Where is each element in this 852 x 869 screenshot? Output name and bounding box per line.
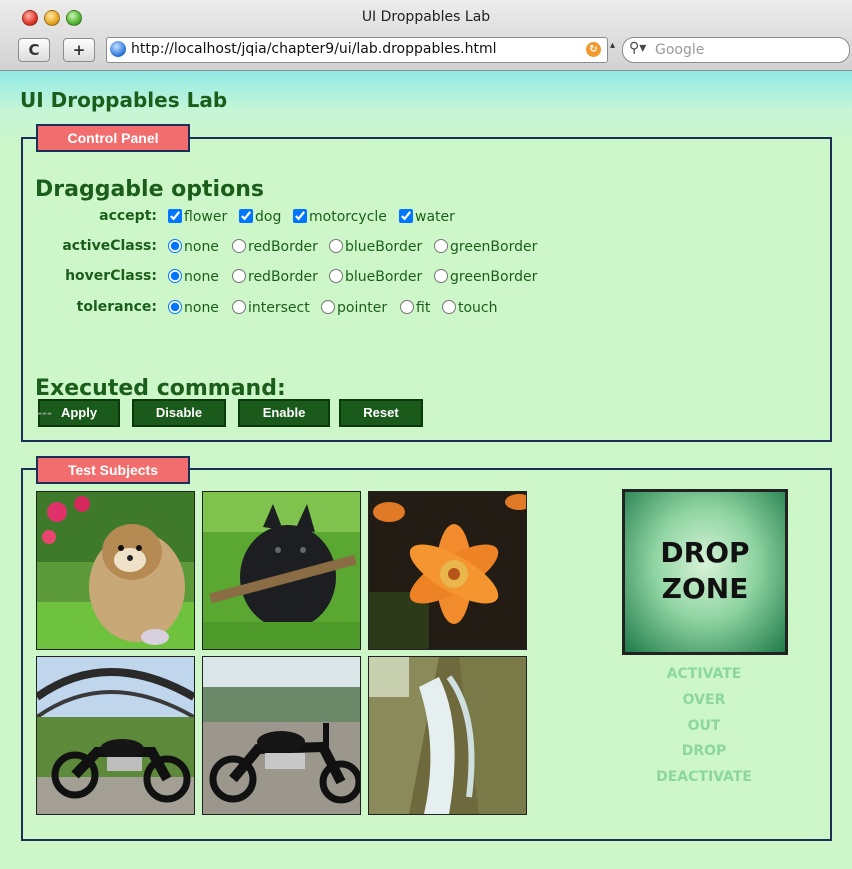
tolerance-none-radio[interactable] <box>168 300 182 314</box>
event-indicator-out: OUT <box>687 718 721 734</box>
drop-zone-label-line1: DROP <box>660 536 750 569</box>
option-label: none <box>184 239 219 255</box>
option-label: redBorder <box>248 239 318 255</box>
accept-motorcycle-label: motorcycle <box>309 209 387 225</box>
accept-dog-checkbox[interactable] <box>239 209 253 223</box>
option-label: pointer <box>337 300 388 316</box>
page-title: UI Droppables Lab <box>20 88 228 112</box>
hoverclass-redborder-radio[interactable] <box>232 269 246 283</box>
accept-water-label: water <box>415 209 455 225</box>
search-box[interactable]: ⚲▾ <box>622 37 850 63</box>
hoverclass-none-option[interactable]: none <box>168 267 219 287</box>
plus-icon: + <box>72 41 86 59</box>
accept-flower-checkbox[interactable] <box>168 209 182 223</box>
event-indicator-over: OVER <box>682 692 726 708</box>
option-label: redBorder <box>248 269 318 285</box>
window-title: UI Droppables Lab <box>361 9 491 25</box>
tolerance-pointer-radio[interactable] <box>321 300 335 314</box>
hoverclass-none-radio[interactable] <box>168 269 182 283</box>
control-panel: Control Panel Draggable options accept: … <box>21 124 832 442</box>
activeclass-greenborder-radio[interactable] <box>434 239 448 253</box>
accept-flower-label: flower <box>184 209 228 225</box>
drop-zone[interactable]: DROP ZONE <box>622 489 788 655</box>
rss-icon[interactable]: ↻ <box>586 42 601 57</box>
address-bar[interactable]: http://localhost/jqia/chapter9/ui/lab.dr… <box>106 37 608 63</box>
reload-button[interactable]: C <box>18 38 50 62</box>
add-bookmark-button[interactable]: + <box>63 38 95 62</box>
tolerance-label: tolerance: <box>76 299 157 315</box>
accept-water-checkbox[interactable] <box>399 209 413 223</box>
draggable-motorcycle-image-1[interactable] <box>36 656 195 815</box>
test-subjects-panel: Test Subjects DROP ZONE ACTIVATE OVER OU… <box>21 456 832 841</box>
option-label: none <box>184 269 219 285</box>
option-label: fit <box>416 300 431 316</box>
drop-zone-label-line2: ZONE <box>661 572 749 605</box>
option-label: intersect <box>248 300 310 316</box>
disable-button[interactable]: Disable <box>132 399 226 427</box>
event-indicator-deactivate: DEACTIVATE <box>656 769 752 785</box>
accept-motorcycle-checkbox[interactable] <box>293 209 307 223</box>
executed-command-heading: Executed command: <box>35 376 286 401</box>
activeclass-blueborder-option[interactable]: blueBorder <box>329 237 422 257</box>
event-indicator-activate: ACTIVATE <box>666 666 742 682</box>
control-panel-legend: Control Panel <box>36 124 190 152</box>
reload-icon: C <box>28 41 40 59</box>
activeclass-blueborder-radio[interactable] <box>329 239 343 253</box>
enable-button[interactable]: Enable <box>238 399 330 427</box>
activeclass-redborder-radio[interactable] <box>232 239 246 253</box>
event-indicator-drop: DROP <box>681 743 727 759</box>
search-input[interactable] <box>653 40 837 60</box>
accept-water-option[interactable]: water <box>399 207 455 227</box>
accept-dog-label: dog <box>255 209 282 225</box>
reset-button[interactable]: Reset <box>339 399 423 427</box>
option-label: blueBorder <box>345 239 423 255</box>
browser-chrome: UI Droppables Lab C + http://localhost/j… <box>0 0 852 71</box>
url-text: http://localhost/jqia/chapter9/ui/lab.dr… <box>131 41 497 57</box>
draggable-dog-image-2[interactable] <box>202 491 361 650</box>
hoverclass-greenborder-radio[interactable] <box>434 269 448 283</box>
activeclass-redborder-option[interactable]: redBorder <box>232 237 318 257</box>
draggable-options-heading: Draggable options <box>35 177 264 202</box>
page-content: UI Droppables Lab Control Panel Draggabl… <box>0 71 852 869</box>
tolerance-intersect-radio[interactable] <box>232 300 246 314</box>
draggable-motorcycle-image-2[interactable] <box>202 656 361 815</box>
draggable-water-image[interactable] <box>368 656 527 815</box>
draggable-dog-image-1[interactable] <box>36 491 195 650</box>
option-label: touch <box>458 300 498 316</box>
hoverclass-blueborder-radio[interactable] <box>329 269 343 283</box>
test-subjects-legend: Test Subjects <box>36 456 190 484</box>
tolerance-intersect-option[interactable]: intersect <box>232 298 310 318</box>
activeclass-none-option[interactable]: none <box>168 237 219 257</box>
hoverclass-greenborder-option[interactable]: greenBorder <box>434 267 537 287</box>
option-label: blueBorder <box>345 269 423 285</box>
activeclass-greenborder-option[interactable]: greenBorder <box>434 237 537 257</box>
executed-command-output: --- <box>37 406 52 420</box>
title-bar: UI Droppables Lab <box>0 0 852 30</box>
hoverclass-blueborder-option[interactable]: blueBorder <box>329 267 422 287</box>
hoverclass-redborder-option[interactable]: redBorder <box>232 267 318 287</box>
option-label: greenBorder <box>450 239 538 255</box>
tolerance-fit-option[interactable]: fit <box>400 298 430 318</box>
accept-dog-option[interactable]: dog <box>239 207 281 227</box>
tolerance-pointer-option[interactable]: pointer <box>321 298 387 318</box>
tolerance-none-option[interactable]: none <box>168 298 219 318</box>
accept-label: accept: <box>99 208 157 224</box>
activeclass-none-radio[interactable] <box>168 239 182 253</box>
tolerance-touch-radio[interactable] <box>442 300 456 314</box>
url-history-arrow-icon[interactable]: ▴ <box>610 40 615 51</box>
search-icon[interactable]: ⚲▾ <box>629 40 646 56</box>
browser-window: UI Droppables Lab C + http://localhost/j… <box>0 0 852 869</box>
option-label: greenBorder <box>450 269 538 285</box>
tolerance-fit-radio[interactable] <box>400 300 414 314</box>
option-label: none <box>184 300 219 316</box>
tolerance-touch-option[interactable]: touch <box>442 298 498 318</box>
activeclass-label: activeClass: <box>62 238 157 254</box>
accept-motorcycle-option[interactable]: motorcycle <box>293 207 387 227</box>
hoverclass-label: hoverClass: <box>65 268 157 284</box>
draggable-flower-image[interactable] <box>368 491 527 650</box>
globe-icon <box>110 41 126 57</box>
accept-flower-option[interactable]: flower <box>168 207 227 227</box>
